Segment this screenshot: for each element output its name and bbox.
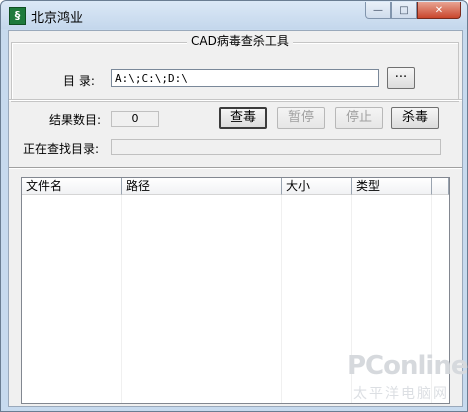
client-area: CAD病毒查杀工具 目 录: A:\;C:\;D:\ ··· 结果数目: 0 查… — [8, 30, 468, 407]
watermark-tagline: 太平洋电脑网 — [353, 386, 449, 402]
searching-label: 正在查找目录: — [23, 142, 100, 156]
column-header-type[interactable]: 类型 — [352, 178, 432, 195]
result-count-label: 结果数目: — [49, 113, 102, 127]
divider — [9, 167, 462, 169]
main-window: § 北京鸿业 — □ ✕ CAD病毒查杀工具 目 录: A:\;C:\;D:\ … — [0, 0, 468, 412]
column-gridline — [121, 195, 122, 403]
group-title: CAD病毒查杀工具 — [187, 32, 293, 49]
column-header-size[interactable]: 大小 — [282, 178, 352, 195]
window-title: 北京鸿业 — [31, 11, 84, 26]
divider — [9, 99, 462, 101]
title-bar[interactable]: § 北京鸿业 — □ ✕ — [1, 1, 467, 29]
directory-input[interactable]: A:\;C:\;D:\ — [111, 69, 379, 87]
stop-button[interactable]: 停止 — [335, 107, 383, 129]
minimize-button[interactable]: — — [365, 2, 391, 19]
column-header-filename[interactable]: 文件名 — [22, 178, 122, 195]
column-header-path[interactable]: 路径 — [122, 178, 282, 195]
column-gridline — [281, 195, 282, 403]
searching-path-value — [111, 139, 441, 155]
browse-button[interactable]: ··· — [387, 67, 415, 89]
close-button[interactable]: ✕ — [417, 2, 461, 19]
app-logo-icon[interactable]: § — [9, 7, 26, 25]
result-count-value: 0 — [111, 111, 159, 127]
list-header: 文件名 路径 大小 类型 — [22, 178, 449, 195]
maximize-button[interactable]: □ — [391, 2, 417, 19]
scan-button[interactable]: 查毒 — [219, 107, 267, 129]
directory-label: 目 录: — [63, 74, 95, 88]
column-header-filler — [432, 178, 449, 195]
kill-button[interactable]: 杀毒 — [391, 107, 439, 129]
caption-buttons: — □ ✕ — [365, 2, 461, 20]
pause-button[interactable]: 暂停 — [277, 107, 325, 129]
watermark-brand: PConline — [347, 351, 468, 381]
